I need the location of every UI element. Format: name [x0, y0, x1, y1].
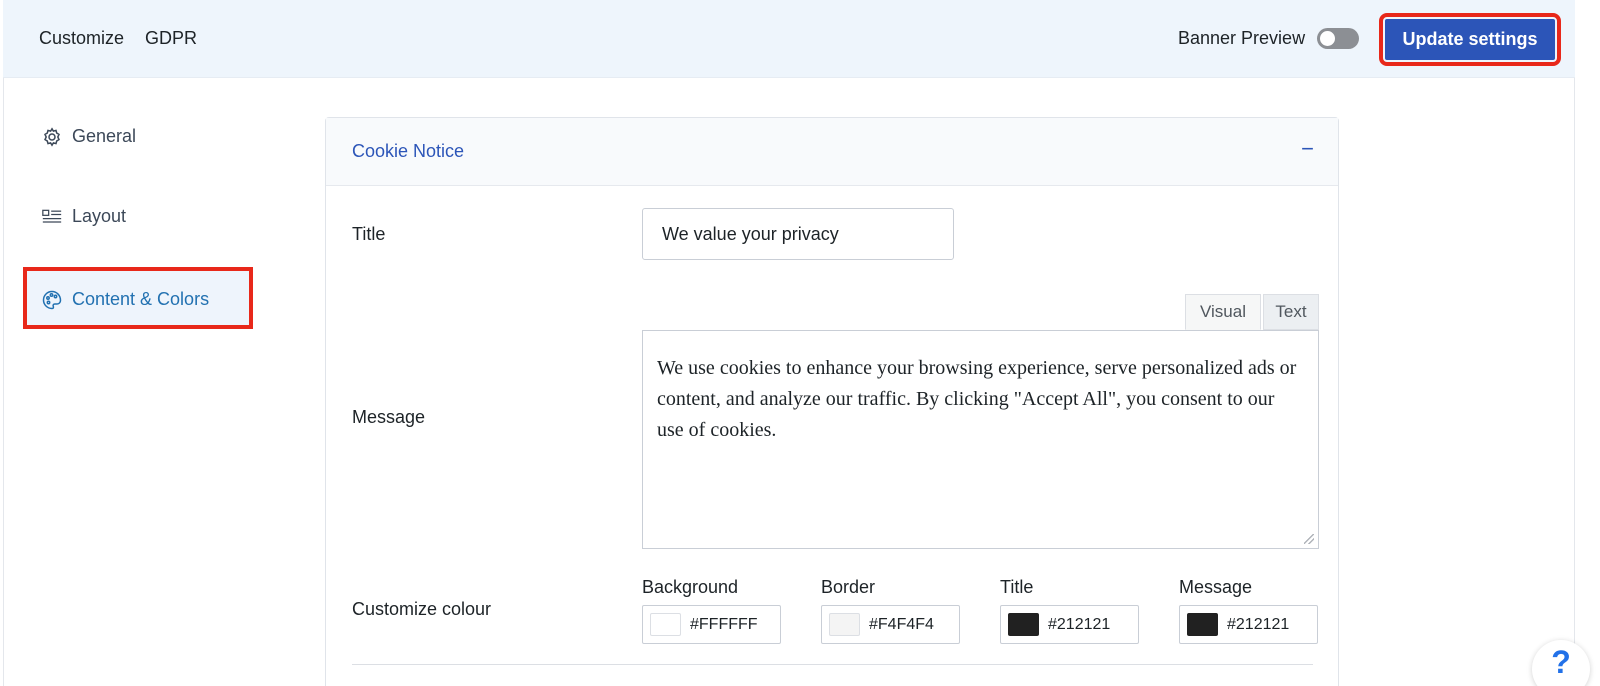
- colour-message: Message #212121: [1179, 577, 1318, 644]
- tab-visual[interactable]: Visual: [1185, 294, 1261, 330]
- colour-label: Border: [821, 577, 876, 597]
- update-settings-button[interactable]: Update settings: [1379, 13, 1561, 66]
- colour-label: Title: [1000, 577, 1034, 597]
- section-divider: [352, 664, 1313, 665]
- banner-preview-label: Banner Preview: [1178, 28, 1306, 48]
- banner-preview-toggle[interactable]: [1317, 28, 1359, 49]
- resize-handle[interactable]: [1304, 534, 1314, 544]
- help-icon: ?: [1551, 644, 1571, 680]
- colour-value: #F4F4F4: [869, 615, 934, 633]
- breadcrumb-gdpr[interactable]: GDPR: [145, 28, 197, 49]
- customize-colour-label: Customize colour: [352, 599, 492, 619]
- help-button[interactable]: ?: [1532, 640, 1590, 686]
- sidebar-item-label: Layout: [72, 206, 127, 226]
- colour-label: Background: [642, 577, 739, 597]
- message-text: We use cookies to enhance your browsing …: [657, 357, 1297, 441]
- breadcrumb-customize[interactable]: Customize: [39, 28, 124, 49]
- colour-picker-background[interactable]: #FFFFFF: [642, 605, 781, 644]
- colour-picker-title[interactable]: #212121: [1000, 605, 1139, 644]
- tab-text[interactable]: Text: [1263, 294, 1319, 330]
- colour-swatch[interactable]: [829, 613, 860, 636]
- colour-value: #FFFFFF: [690, 615, 758, 633]
- message-editor[interactable]: We use cookies to enhance your browsing …: [642, 330, 1319, 549]
- colour-border: Border #F4F4F4: [821, 577, 960, 644]
- colour-label: Message: [1179, 577, 1253, 597]
- colour-swatch[interactable]: [1187, 613, 1218, 636]
- colour-value: #212121: [1048, 615, 1111, 633]
- colour-background: Background #FFFFFF: [642, 577, 781, 644]
- sidebar-item-content-colors[interactable]: Content & Colors: [42, 289, 209, 310]
- colour-picker-border[interactable]: #F4F4F4: [821, 605, 960, 644]
- gear-icon: [44, 126, 60, 147]
- panel-header[interactable]: Cookie Notice −: [326, 118, 1338, 186]
- sidebar-item-label: Content & Colors: [72, 289, 210, 309]
- colour-picker-message[interactable]: #212121: [1179, 605, 1318, 644]
- layout-icon: [42, 209, 62, 223]
- message-label: Message: [352, 407, 426, 427]
- sidebar-item-layout[interactable]: Layout: [42, 206, 126, 227]
- collapse-icon[interactable]: −: [1301, 136, 1314, 162]
- sidebar-item-general[interactable]: General: [42, 126, 136, 147]
- colour-swatch[interactable]: [650, 613, 681, 636]
- title-label: Title: [352, 224, 386, 244]
- colour-title: Title #212121: [1000, 577, 1139, 644]
- sidebar-item-label: General: [72, 126, 137, 146]
- colour-swatch[interactable]: [1008, 613, 1039, 636]
- panel-title: Cookie Notice: [352, 141, 465, 161]
- toggle-knob: [1320, 31, 1335, 46]
- title-input[interactable]: [642, 208, 954, 260]
- colour-value: #212121: [1227, 615, 1290, 633]
- palette-icon: [42, 290, 62, 309]
